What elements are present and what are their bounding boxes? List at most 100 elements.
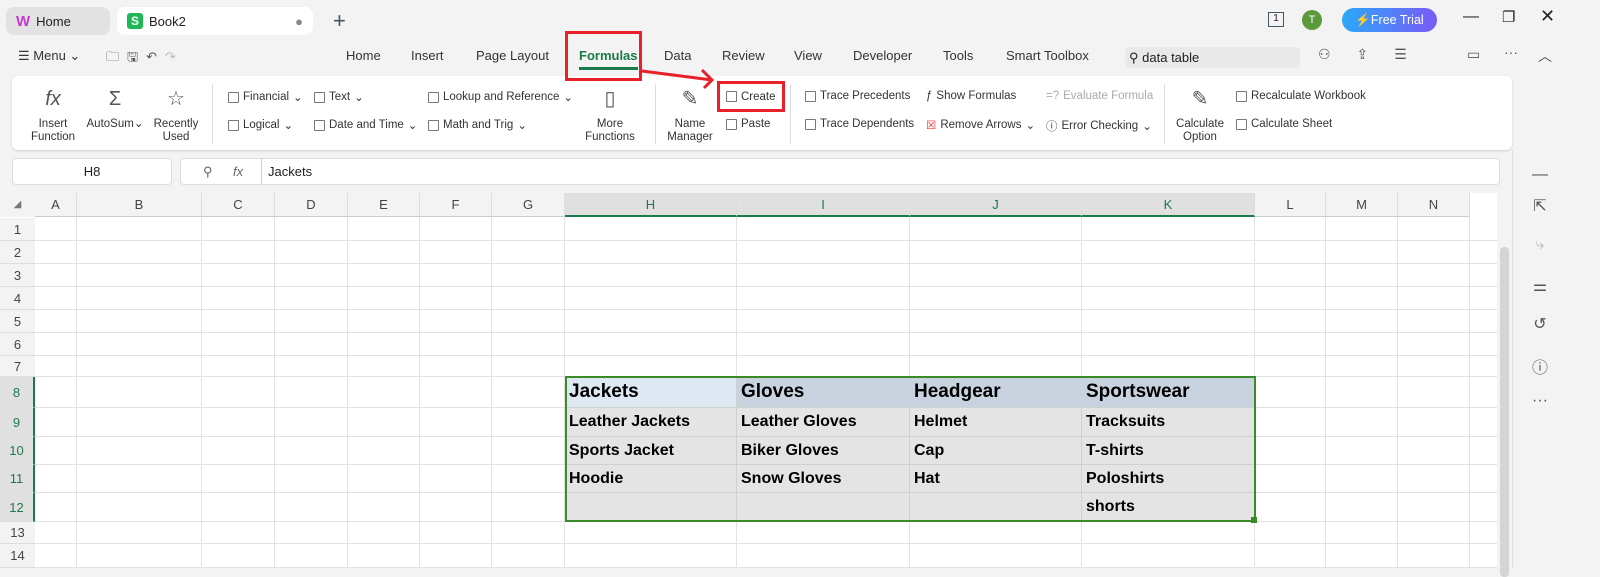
new-tab-button[interactable]: + (333, 8, 346, 34)
tab-home-ribbon[interactable]: Home (346, 48, 381, 63)
search-input[interactable]: data table (1142, 50, 1199, 65)
transform-icon[interactable]: ⤷ (1527, 236, 1553, 254)
name-manager-button[interactable]: ✎ Name Manager (662, 84, 718, 144)
column-header-A[interactable]: A (35, 193, 77, 217)
column-header-B[interactable]: B (77, 193, 202, 217)
select-all-button[interactable]: ◢ (0, 193, 35, 217)
row-header-10[interactable]: 10 (0, 437, 35, 465)
recalculate-workbook-label: Recalculate Workbook (1251, 90, 1366, 102)
annotation-arrow (641, 68, 715, 90)
text-button[interactable]: Text ⌄ (314, 90, 364, 104)
tab-review[interactable]: Review (722, 48, 765, 63)
quick-access-toolbar[interactable]: 🗀🖫↶↷ (106, 48, 184, 70)
fx-icon[interactable]: fx (233, 159, 243, 184)
row-header-6[interactable]: 6 (0, 333, 35, 356)
trace-dependents-button[interactable]: Trace Dependents (805, 118, 914, 130)
fill-handle[interactable] (1251, 517, 1257, 523)
financial-button[interactable]: Financial ⌄ (228, 90, 303, 104)
formula-input[interactable]: Jackets (261, 159, 312, 184)
header-actions[interactable]: ⚇⇪☰ (1318, 46, 1433, 63)
minimize-button[interactable]: — (1463, 8, 1479, 26)
row-header-13[interactable]: 13 (0, 522, 35, 544)
paste-button[interactable]: Paste (726, 118, 770, 130)
column-header-J[interactable]: J (910, 193, 1082, 217)
create-button[interactable]: Create (717, 81, 785, 112)
show-formulas-button[interactable]: ƒ Show Formulas (926, 90, 1016, 102)
column-header-C[interactable]: C (202, 193, 275, 217)
row-header-12[interactable]: 12 (0, 493, 35, 522)
menu-button[interactable]: ☰ Menu ⌄ (18, 48, 80, 64)
tab-developer[interactable]: Developer (853, 48, 912, 63)
column-header-K[interactable]: K (1082, 193, 1255, 217)
column-header-L[interactable]: L (1255, 193, 1326, 217)
trace-precedents-button[interactable]: Trace Precedents (805, 90, 910, 102)
date-time-button[interactable]: Date and Time ⌄ (314, 118, 417, 132)
tab-insert[interactable]: Insert (411, 48, 444, 63)
tab-home[interactable]: W Home (6, 7, 110, 35)
tab-page-layout[interactable]: Page Layout (476, 48, 549, 63)
search-box[interactable]: ⚲ data table (1125, 47, 1300, 68)
undo-icon[interactable]: ↶ (146, 49, 165, 64)
save-icon[interactable]: 🖫 (127, 49, 146, 64)
collapse-panel-icon[interactable]: — (1527, 166, 1553, 184)
column-header-F[interactable]: F (420, 193, 492, 217)
zoom-icon[interactable]: ⚲ (203, 159, 213, 184)
logical-button[interactable]: Logical ⌄ (228, 118, 293, 132)
evaluate-formula-button[interactable]: =? Evaluate Formula (1046, 90, 1153, 102)
tab-view[interactable]: View (794, 48, 822, 63)
lookup-reference-button[interactable]: Lookup and Reference ⌄ (428, 90, 573, 104)
redo-icon[interactable]: ↷ (165, 49, 184, 64)
more-options-icon[interactable]: ··· (1527, 392, 1553, 410)
column-header-E[interactable]: E (348, 193, 420, 217)
row-header-11[interactable]: 11 (0, 465, 35, 493)
tab-smart-toolbox[interactable]: Smart Toolbox (1006, 48, 1089, 63)
math-trig-button[interactable]: Math and Trig ⌄ (428, 118, 527, 132)
avatar[interactable]: T (1302, 10, 1322, 30)
column-header-I[interactable]: I (737, 193, 910, 217)
more-icon[interactable]: ··· (1504, 44, 1518, 60)
calculate-sheet-button[interactable]: Calculate Sheet (1236, 118, 1332, 130)
trace-precedents-icon (805, 90, 816, 102)
tab-book2[interactable]: S Book2 ● (117, 7, 313, 35)
row-header-14[interactable]: 14 (0, 544, 35, 568)
tab-tools[interactable]: Tools (943, 48, 973, 63)
recalculate-workbook-button[interactable]: Recalculate Workbook (1236, 90, 1366, 102)
restore-button[interactable]: ❐ (1502, 8, 1515, 26)
row-header-5[interactable]: 5 (0, 310, 35, 333)
vertical-scrollbar[interactable] (1497, 217, 1512, 577)
column-header-M[interactable]: M (1326, 193, 1398, 217)
comment-icon[interactable]: ▭ (1467, 46, 1480, 63)
select-cursor-icon[interactable]: ⇱ (1527, 196, 1553, 216)
column-header-D[interactable]: D (275, 193, 348, 217)
autosum-button[interactable]: Σ AutoSum⌄ (84, 84, 146, 131)
row-header-9[interactable]: 9 (0, 408, 35, 437)
row-header-3[interactable]: 3 (0, 264, 35, 287)
settings-sliders-icon[interactable]: ⚌ (1527, 276, 1553, 296)
calculate-option-button[interactable]: ✎ Calculate Option (1170, 84, 1230, 144)
close-button[interactable]: ✕ (1540, 6, 1555, 27)
insert-function-button[interactable]: fx Insert Function (22, 84, 84, 144)
row-header-2[interactable]: 2 (0, 241, 35, 264)
row-header-4[interactable]: 4 (0, 287, 35, 310)
remove-arrows-button[interactable]: ☒ Remove Arrows ⌄ (926, 118, 1035, 132)
name-box[interactable]: H8 (12, 158, 172, 185)
row-header-1[interactable]: 1 (0, 218, 35, 241)
recently-used-button[interactable]: ☆ Recently Used (146, 84, 206, 144)
history-icon[interactable]: ↺ (1527, 314, 1553, 334)
formula-bar[interactable]: ⚲ fx Jackets (180, 158, 1500, 185)
help-icon[interactable]: ⓘ (1527, 354, 1553, 378)
more-functions-button[interactable]: ▯ More Functions (578, 84, 642, 144)
row-header-7[interactable]: 7 (0, 356, 35, 377)
grid-line (35, 263, 1497, 264)
open-icon[interactable]: 🗀 (106, 49, 127, 64)
free-trial-button[interactable]: ⚡Free Trial (1342, 8, 1437, 32)
error-checking-button[interactable]: ⓘ Error Checking ⌄ (1046, 118, 1152, 134)
unsaved-dot-icon: ● (295, 13, 303, 29)
collapse-ribbon-icon[interactable]: ︿ (1538, 46, 1552, 66)
row-header-8[interactable]: 8 (0, 377, 35, 408)
column-header-N[interactable]: N (1398, 193, 1470, 217)
column-header-G[interactable]: G (492, 193, 565, 217)
scroll-thumb[interactable] (1500, 247, 1509, 577)
column-header-H[interactable]: H (565, 193, 737, 217)
page-count-icon[interactable]: 1 (1268, 12, 1284, 27)
